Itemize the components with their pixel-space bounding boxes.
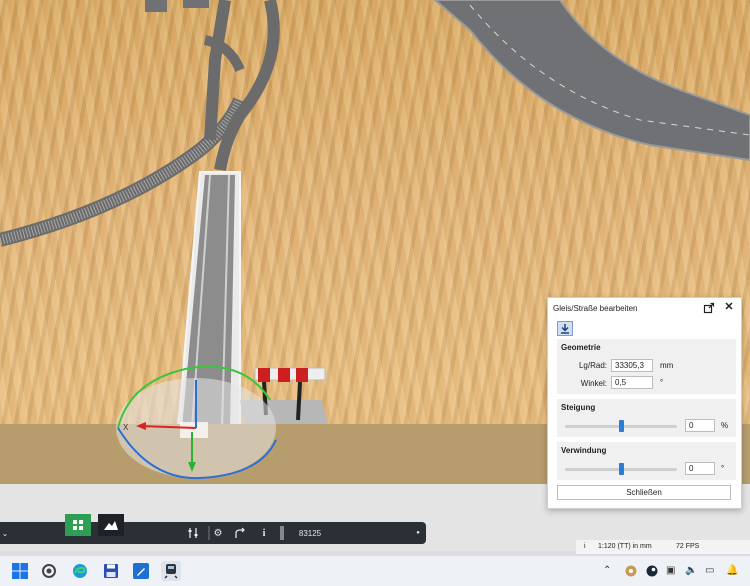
battery-icon[interactable]: ▭ [705,565,714,576]
gizmo-center [180,422,208,438]
edit-panel: Gleis/Straße bearbeiten ✕ Geometrie Lg/R… [547,297,742,509]
volume-icon[interactable]: 🔈 [685,565,697,576]
close-icon[interactable]: ✕ [723,301,735,313]
toolbar-dot-icon: ● [416,530,420,536]
buffer-post [296,381,302,421]
graphics-icon[interactable]: ▣ [666,565,675,576]
length-label: Lg/Rad: [578,361,607,370]
train-simulator-icon[interactable] [161,561,181,581]
grid-mode-icon[interactable] [65,514,91,536]
object-counter: 83125 [298,528,322,538]
verwindung-slider-thumb[interactable] [619,463,624,475]
fps-label: 72 FPS [676,543,700,550]
taskbar: ⌃ ▣ 🔈 ▭ 🔔 [0,555,750,586]
status-bar: i 1:120 (TT) in mm 72 FPS [576,540,750,554]
tray-app-icon[interactable] [624,561,638,581]
gizmo-x-label: X [123,423,129,432]
angle-unit: ° [660,378,664,387]
length-unit: mm [660,361,674,370]
angle-input[interactable]: 0,5 [611,376,653,389]
panel-title: Gleis/Straße bearbeiten [553,304,638,313]
angle-label: Winkel: [580,379,607,388]
buffer-stop-red [258,368,270,382]
geometrie-section: Geometrie Lg/Rad: 33305,3 mm Winkel: 0,5… [557,339,736,394]
buffer-stop-red [296,368,308,382]
popout-icon[interactable] [703,302,715,314]
panel-header: Gleis/Straße bearbeiten ✕ [548,298,741,318]
steigung-unit: % [721,421,729,430]
length-input[interactable]: 33305,3 [611,359,653,372]
adjust-sliders-icon[interactable] [185,522,201,544]
scale-label: 1:120 (TT) in mm [598,543,652,550]
track-upper-right [214,0,280,172]
notification-bell-icon[interactable]: 🔔 [726,565,738,576]
toolbar-divider [208,526,210,540]
cortana-icon[interactable] [39,561,59,581]
info-icon[interactable]: i [258,522,270,544]
editor-icon[interactable] [131,561,151,581]
steigung-title: Steigung [561,403,596,412]
track-piece [183,0,209,8]
gear-icon[interactable]: ⚙ [211,522,225,544]
verwindung-title: Verwindung [561,446,607,455]
branch-icon[interactable] [233,522,247,544]
close-button[interactable]: Schließen [557,485,731,500]
collapse-chevron-icon[interactable]: ⌄ [0,522,10,544]
tray-chevron-icon[interactable]: ⌃ [603,565,611,576]
windows-start-icon[interactable] [10,561,30,581]
road [433,0,750,162]
download-icon[interactable] [557,321,573,336]
verwindung-input[interactable]: 0 [685,462,715,475]
buffer-stop-red [278,368,290,382]
steigung-slider[interactable] [565,420,677,432]
terrain-mode-icon[interactable] [98,514,124,536]
status-info-icon: i [584,543,586,550]
track-piece [145,0,167,12]
steigung-slider-thumb[interactable] [619,420,624,432]
steigung-input[interactable]: 0 [685,419,715,432]
edge-icon[interactable] [70,561,90,581]
toolbar-divider [280,526,284,540]
save-icon[interactable] [101,561,121,581]
bottom-toolbar: ⌄ ⚙ i 83125 ● [0,514,426,544]
verwindung-section: Verwindung 0 ° [557,442,736,480]
steam-icon[interactable] [645,561,659,581]
verwindung-slider[interactable] [565,463,677,475]
steigung-section: Steigung 0 % [557,399,736,437]
geometrie-title: Geometrie [561,343,601,352]
verwindung-unit: ° [721,464,725,473]
